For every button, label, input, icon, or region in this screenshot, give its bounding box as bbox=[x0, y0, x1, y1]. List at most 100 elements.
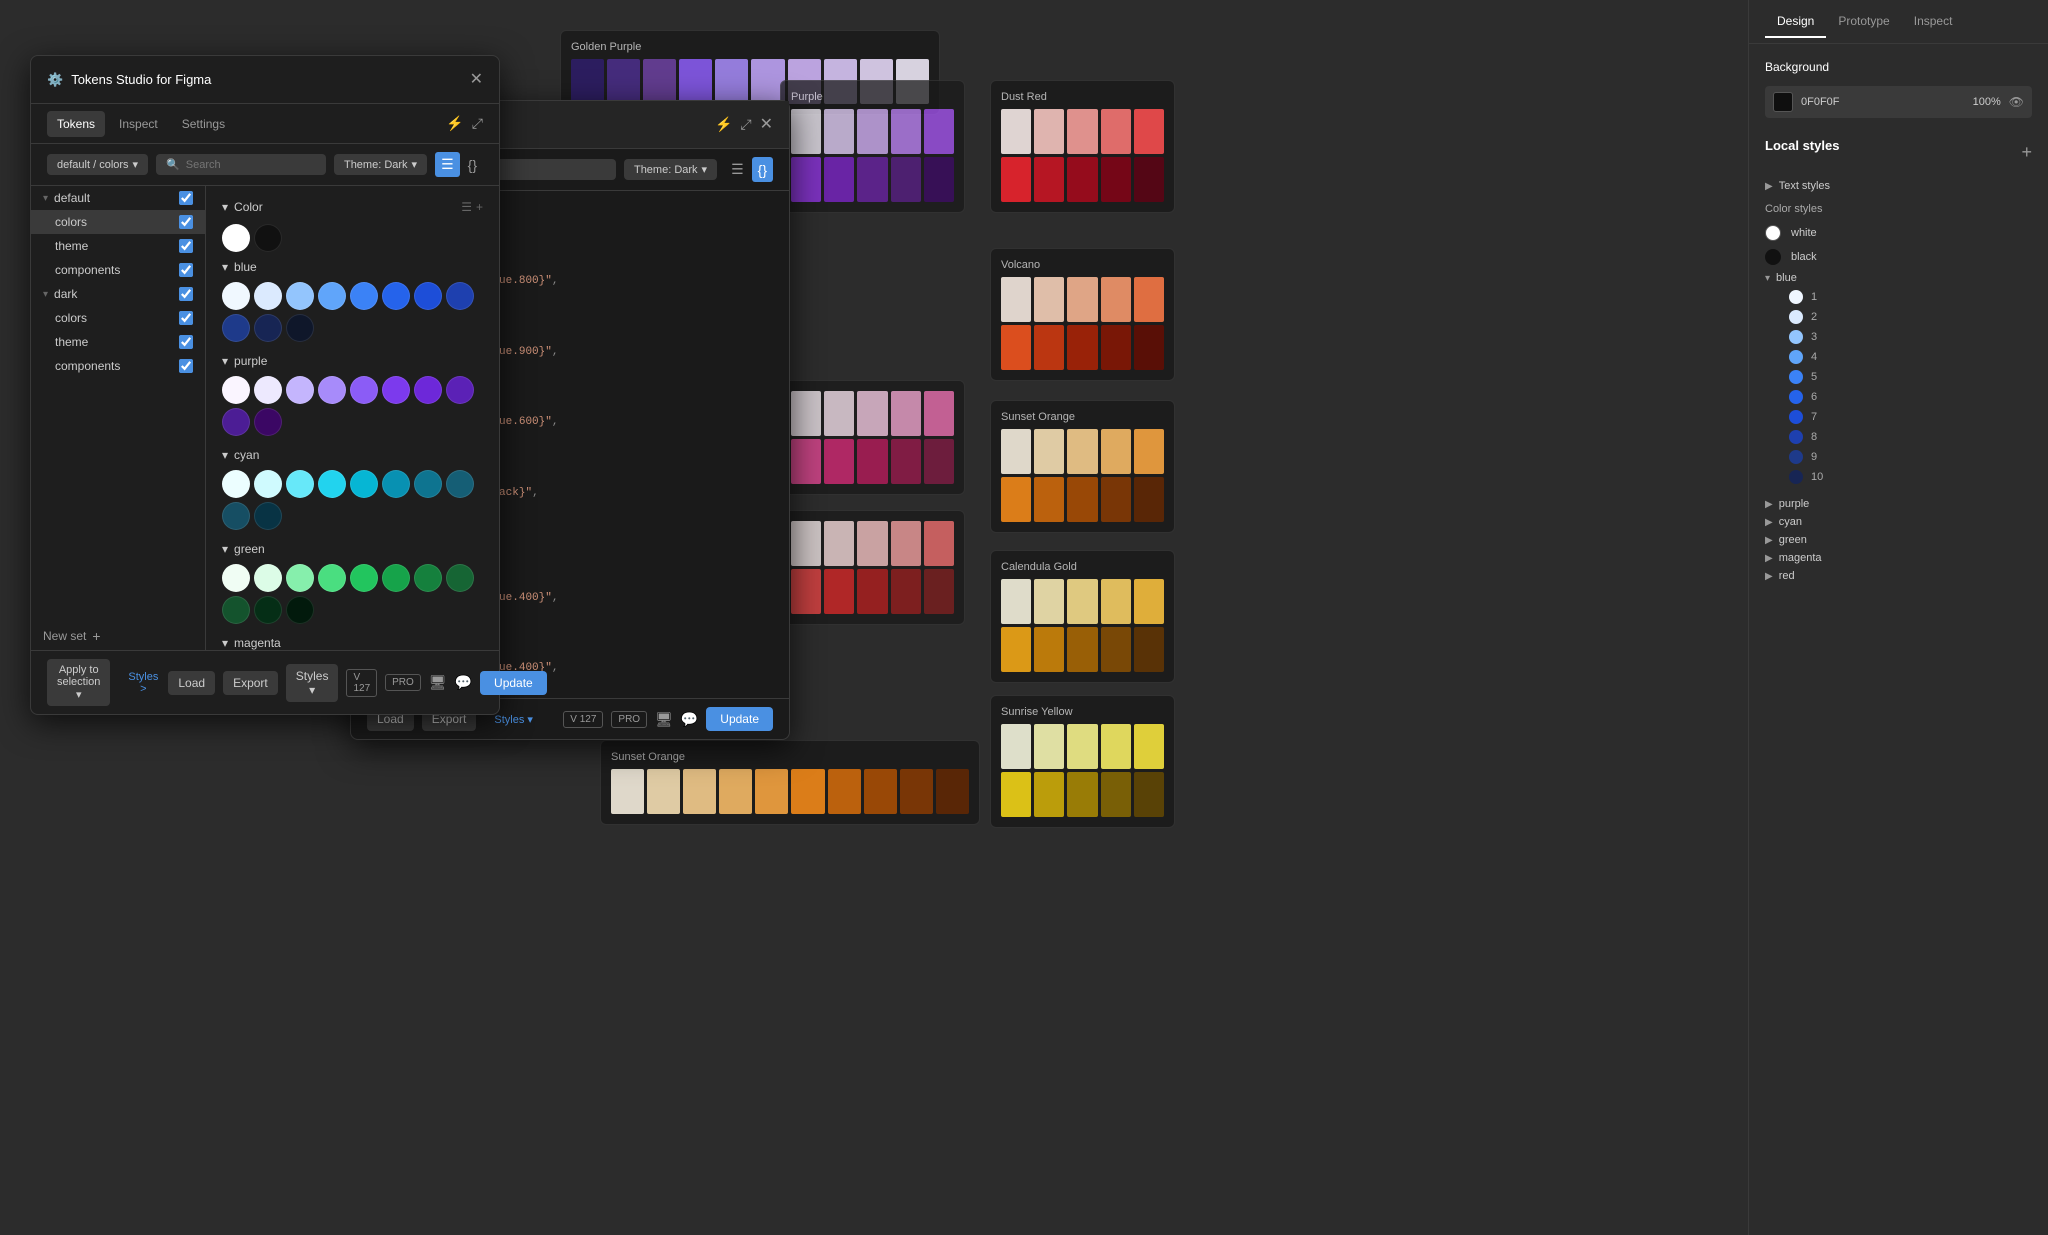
green-6[interactable] bbox=[382, 564, 410, 592]
json-panel-lightning[interactable]: ⚡ bbox=[715, 116, 732, 133]
tab-tokens[interactable]: Tokens bbox=[47, 111, 105, 137]
update-btn[interactable]: Update bbox=[480, 671, 547, 695]
purple-7[interactable] bbox=[414, 376, 442, 404]
green-5[interactable] bbox=[350, 564, 378, 592]
blue-8[interactable] bbox=[446, 282, 474, 310]
search-input[interactable] bbox=[186, 159, 316, 171]
blue-3[interactable] bbox=[286, 282, 314, 310]
sidebar-check-components[interactable] bbox=[179, 263, 193, 277]
list-view-btn[interactable]: ☰ bbox=[435, 152, 460, 177]
tab-inspect[interactable]: Inspect bbox=[1902, 6, 1965, 38]
green-group-header-right[interactable]: ▶ green bbox=[1765, 531, 2032, 549]
blue-4[interactable] bbox=[318, 282, 346, 310]
cyan-1[interactable] bbox=[222, 470, 250, 498]
panel-close-btn[interactable]: ✕ bbox=[470, 72, 483, 88]
color-dot-black[interactable] bbox=[254, 224, 282, 252]
tab-prototype[interactable]: Prototype bbox=[1826, 6, 1901, 38]
blue-numbered-5[interactable]: 5 bbox=[1789, 367, 2032, 387]
blue-10[interactable] bbox=[254, 314, 282, 342]
blue-group-header[interactable]: ▾ blue bbox=[214, 256, 491, 278]
purple-4[interactable] bbox=[318, 376, 346, 404]
sidebar-item-dark-components[interactable]: components bbox=[31, 354, 205, 378]
green-9[interactable] bbox=[222, 596, 250, 624]
green-11[interactable] bbox=[286, 596, 314, 624]
cyan-2[interactable] bbox=[254, 470, 282, 498]
tab-inspect[interactable]: Inspect bbox=[109, 111, 168, 137]
blue-7[interactable] bbox=[414, 282, 442, 310]
blue-numbered-1[interactable]: 1 bbox=[1789, 287, 2032, 307]
purple-2[interactable] bbox=[254, 376, 282, 404]
blue-numbered-7[interactable]: 7 bbox=[1789, 407, 2032, 427]
sidebar-check-dark-theme[interactable] bbox=[179, 335, 193, 349]
green-3[interactable] bbox=[286, 564, 314, 592]
export-btn[interactable]: Export bbox=[223, 671, 278, 695]
cyan-3[interactable] bbox=[286, 470, 314, 498]
blue-11[interactable] bbox=[286, 314, 314, 342]
new-set-btn[interactable]: New set + bbox=[31, 622, 205, 650]
green-7[interactable] bbox=[414, 564, 442, 592]
sidebar-item-default[interactable]: ▾ default bbox=[31, 186, 205, 210]
cyan-group-header-right[interactable]: ▶ cyan bbox=[1765, 513, 2032, 531]
code-view-btn[interactable]: {} bbox=[462, 152, 483, 177]
sidebar-check-dark[interactable] bbox=[179, 287, 193, 301]
cyan-group-header[interactable]: ▾ cyan bbox=[214, 444, 491, 466]
styles-dropdown-btn[interactable]: Styles ▾ bbox=[286, 664, 339, 702]
style-item-white[interactable]: white bbox=[1765, 221, 2032, 245]
sidebar-item-dark-theme[interactable]: theme bbox=[31, 330, 205, 354]
blue-numbered-6[interactable]: 6 bbox=[1789, 387, 2032, 407]
style-item-black[interactable]: black bbox=[1765, 245, 2032, 269]
sidebar-item-theme[interactable]: theme bbox=[31, 234, 205, 258]
device-icon-btn[interactable]: 🖥 bbox=[429, 674, 447, 691]
sidebar-item-dark-colors[interactable]: colors bbox=[31, 306, 205, 330]
blue-color-group-header[interactable]: ▾ blue bbox=[1765, 269, 2032, 287]
add-style-btn[interactable]: + bbox=[2021, 143, 2032, 161]
sidebar-check-dark-components[interactable] bbox=[179, 359, 193, 373]
purple-group-header-right[interactable]: ▶ purple bbox=[1765, 495, 2032, 513]
blue-numbered-9[interactable]: 9 bbox=[1789, 447, 2032, 467]
purple-1[interactable] bbox=[222, 376, 250, 404]
sidebar-item-components[interactable]: components bbox=[31, 258, 205, 282]
color-dot-white[interactable] bbox=[222, 224, 250, 252]
cyan-8[interactable] bbox=[446, 470, 474, 498]
json-code-view-btn[interactable]: {} bbox=[752, 157, 773, 182]
theme-selector[interactable]: Theme: Dark ▾ bbox=[334, 154, 427, 175]
tab-design[interactable]: Design bbox=[1765, 6, 1826, 38]
sidebar-item-dark[interactable]: ▾ dark bbox=[31, 282, 205, 306]
purple-6[interactable] bbox=[382, 376, 410, 404]
sidebar-check-dark-colors[interactable] bbox=[179, 311, 193, 325]
json-update-btn[interactable]: Update bbox=[706, 707, 773, 731]
sidebar-check-colors[interactable] bbox=[179, 215, 193, 229]
blue-numbered-3[interactable]: 3 bbox=[1789, 327, 2032, 347]
background-field[interactable]: 0F0F0F 100% 👁 bbox=[1765, 86, 2032, 118]
load-btn[interactable]: Load bbox=[168, 671, 215, 695]
purple-3[interactable] bbox=[286, 376, 314, 404]
json-device-icon[interactable]: 🖥 bbox=[655, 711, 673, 728]
blue-numbered-4[interactable]: 4 bbox=[1789, 347, 2032, 367]
apply-to-selection-btn[interactable]: Apply to selection ▾ bbox=[47, 659, 110, 706]
json-theme-selector[interactable]: Theme: Dark ▾ bbox=[624, 159, 717, 180]
search-field[interactable]: 🔍 bbox=[156, 154, 326, 175]
green-10[interactable] bbox=[254, 596, 282, 624]
blue-5[interactable] bbox=[350, 282, 378, 310]
cyan-9[interactable] bbox=[222, 502, 250, 530]
json-chat-icon[interactable]: 💬 bbox=[681, 711, 698, 728]
styles-btn[interactable]: Styles > bbox=[118, 666, 168, 700]
blue-6[interactable] bbox=[382, 282, 410, 310]
json-panel-expand[interactable]: ⤢ bbox=[740, 116, 751, 133]
json-panel-close[interactable]: ✕ bbox=[760, 117, 773, 133]
token-group-add-btn[interactable]: + bbox=[476, 200, 483, 214]
cyan-7[interactable] bbox=[414, 470, 442, 498]
green-group-header[interactable]: ▾ green bbox=[214, 538, 491, 560]
panel-expand-btn[interactable]: ⤢ bbox=[472, 115, 483, 132]
blue-numbered-10[interactable]: 10 bbox=[1789, 467, 2032, 487]
magenta-group-header-right[interactable]: ▶ magenta bbox=[1765, 549, 2032, 567]
red-group-header-right[interactable]: ▶ red bbox=[1765, 567, 2032, 585]
purple-group-header[interactable]: ▾ purple bbox=[214, 350, 491, 372]
blue-9[interactable] bbox=[222, 314, 250, 342]
green-8[interactable] bbox=[446, 564, 474, 592]
blue-numbered-8[interactable]: 8 bbox=[1789, 427, 2032, 447]
json-list-view-btn[interactable]: ☰ bbox=[725, 157, 750, 182]
color-group-header[interactable]: ▾ Color ☰ + bbox=[214, 194, 491, 220]
chat-icon-btn[interactable]: 💬 bbox=[455, 674, 472, 691]
sidebar-item-colors[interactable]: colors bbox=[31, 210, 205, 234]
